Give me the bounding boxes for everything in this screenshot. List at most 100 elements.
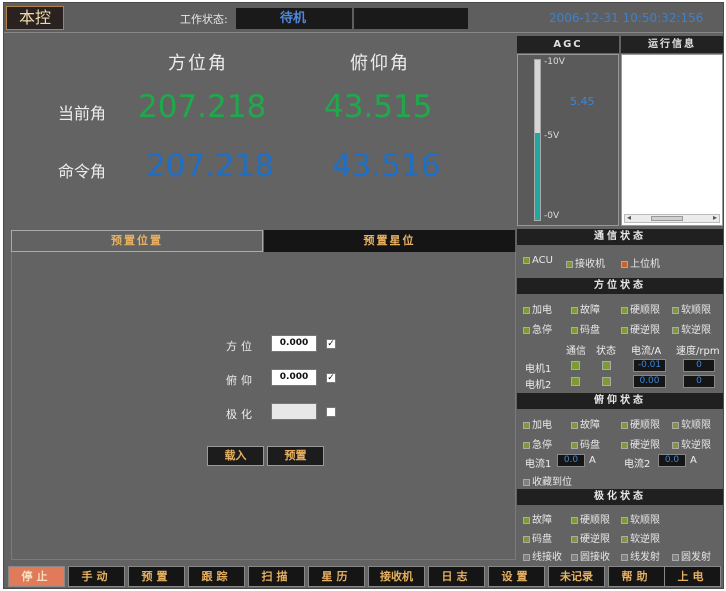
- led-icon: [523, 327, 530, 334]
- scroll-thumb[interactable]: [651, 216, 683, 221]
- agc-value: 5.45: [570, 95, 595, 108]
- az-estop-indicator: 急停: [523, 321, 552, 336]
- el-current1-unit: A: [589, 455, 596, 466]
- azimuth-status-header: 方位状态: [517, 278, 723, 294]
- led-icon: [523, 442, 530, 449]
- el-current2-value: 0.0: [658, 454, 686, 467]
- agc-header: AGC: [517, 36, 619, 53]
- az-hard-ccw-indicator: 硬逆限: [621, 321, 660, 336]
- el-current2-unit: A: [690, 455, 697, 466]
- polarization-status-header: 极化状态: [517, 489, 723, 505]
- tab-preset-star[interactable]: 预置星位: [264, 230, 515, 252]
- led-icon: [672, 307, 679, 314]
- preset-azimuth-input[interactable]: 0.000: [271, 335, 317, 352]
- led-icon: [523, 422, 530, 429]
- preset-azimuth-label: 方位: [226, 340, 256, 353]
- led-icon: [523, 554, 530, 561]
- led-icon: [523, 536, 530, 543]
- motor-current-column-label: 电流/A: [631, 346, 662, 357]
- nav-scan-button[interactable]: 扫描: [248, 566, 305, 587]
- az-encoder-indicator: 码盘: [571, 321, 600, 336]
- led-icon: [571, 536, 578, 543]
- elevation-status-header: 俯仰状态: [517, 393, 723, 409]
- command-angle-label: 命令角: [58, 162, 107, 181]
- nav-log-button[interactable]: 日志: [428, 566, 485, 587]
- nav-ephemeris-button[interactable]: 星历: [308, 566, 365, 587]
- run-info-log[interactable]: ◂ ▸: [621, 54, 723, 226]
- led-icon: [621, 517, 628, 524]
- current-elevation-value: 43.515: [324, 89, 433, 125]
- el-current1-label: 电流1: [525, 459, 552, 470]
- pol-linear-tx-indicator: 线发射: [621, 548, 660, 563]
- run-info-scrollbar[interactable]: ◂ ▸: [624, 213, 720, 223]
- motor1-label: 电机1: [525, 364, 552, 375]
- preset-button[interactable]: 预置: [267, 446, 324, 466]
- angle-display-panel: 方位角 俯仰角 当前角 命令角 207.218 43.515 207.218 4…: [8, 35, 516, 227]
- agc-tick-top: -10V: [544, 57, 565, 67]
- pol-soft-cw-indicator: 软顺限: [621, 511, 660, 526]
- preset-azimuth-checkbox[interactable]: ✓: [326, 339, 336, 349]
- el-soft-cw-indicator: 软顺限: [672, 416, 711, 431]
- led-icon: [571, 422, 578, 429]
- nav-receiver-button[interactable]: 接收机: [368, 566, 425, 587]
- el-hard-ccw-indicator: 硬逆限: [621, 436, 660, 451]
- top-bar: 本控 工作状态: 待机 2006-12-31 10:50:32:156: [4, 3, 723, 33]
- pol-hard-cw-indicator: 硬顺限: [571, 511, 610, 526]
- load-button[interactable]: 载入: [207, 446, 264, 466]
- azimuth-header: 方位角: [168, 53, 228, 74]
- led-icon: [571, 307, 578, 314]
- tab-preset-position[interactable]: 预置位置: [11, 230, 263, 252]
- current-angle-label: 当前角: [58, 104, 107, 123]
- local-control-button[interactable]: 本控: [6, 6, 64, 30]
- nav-power-on-button[interactable]: 上电: [664, 566, 721, 587]
- nav-help-button[interactable]: 帮助: [608, 566, 665, 587]
- az-fault-indicator: 故障: [571, 301, 600, 316]
- preset-polarization-checkbox[interactable]: [326, 407, 336, 417]
- led-icon: [672, 554, 679, 561]
- nav-manual-button[interactable]: 手动: [68, 566, 125, 587]
- scroll-left-arrow-icon[interactable]: ◂: [627, 213, 631, 222]
- pol-linear-rx-indicator: 线接收: [523, 548, 562, 563]
- led-icon: [621, 327, 628, 334]
- el-current1-value: 0.0: [557, 454, 585, 467]
- nav-stop-button[interactable]: 停止: [8, 566, 65, 587]
- motor1-speed-value: 0: [683, 359, 715, 372]
- motor1-current-value: -0.01: [633, 359, 666, 372]
- nav-preset-button[interactable]: 预置: [128, 566, 185, 587]
- current-azimuth-value: 207.218: [138, 89, 267, 125]
- motor1-state-led-icon: [602, 361, 611, 370]
- led-icon: [621, 261, 628, 268]
- preset-elevation-checkbox[interactable]: ✓: [326, 373, 336, 383]
- scroll-right-arrow-icon[interactable]: ▸: [713, 213, 717, 222]
- el-encoder-indicator: 码盘: [571, 436, 600, 451]
- work-state-label: 工作状态:: [180, 13, 228, 26]
- el-soft-ccw-indicator: 软逆限: [672, 436, 711, 451]
- az-power-indicator: 加电: [523, 301, 552, 316]
- nav-not-recorded-button[interactable]: 未记录: [548, 566, 605, 587]
- pol-circular-tx-indicator: 圆发射: [672, 548, 711, 563]
- pol-encoder-indicator: 码盘: [523, 530, 552, 545]
- az-soft-cw-indicator: 软顺限: [672, 301, 711, 316]
- led-icon: [523, 479, 530, 486]
- motor2-speed-value: 0: [683, 375, 715, 388]
- comm-status-header: 通信状态: [517, 229, 723, 245]
- preset-elevation-label: 俯仰: [226, 374, 256, 387]
- agc-tick-bottom: -0V: [544, 211, 560, 221]
- el-power-indicator: 加电: [523, 416, 552, 431]
- led-icon: [571, 554, 578, 561]
- preset-polarization-input[interactable]: [271, 403, 317, 420]
- nav-track-button[interactable]: 跟踪: [188, 566, 245, 587]
- motor2-current-value: 0.00: [633, 375, 666, 388]
- az-soft-ccw-indicator: 软逆限: [672, 321, 711, 336]
- el-fault-indicator: 故障: [571, 416, 600, 431]
- motor-speed-column-label: 速度/rpm: [676, 346, 720, 357]
- nav-settings-button[interactable]: 设置: [488, 566, 545, 587]
- bottom-nav-bar: 停止 手动 预置 跟踪 扫描 星历 接收机 日志 设置 未记录 帮助 上电: [7, 566, 723, 588]
- command-elevation-value: 43.516: [332, 148, 441, 184]
- preset-elevation-input[interactable]: 0.000: [271, 369, 317, 386]
- led-icon: [621, 554, 628, 561]
- pol-hard-ccw-indicator: 硬逆限: [571, 530, 610, 545]
- led-icon: [523, 517, 530, 524]
- pol-circular-rx-indicator: 圆接收: [571, 548, 610, 563]
- work-state-value: 待机: [236, 8, 352, 29]
